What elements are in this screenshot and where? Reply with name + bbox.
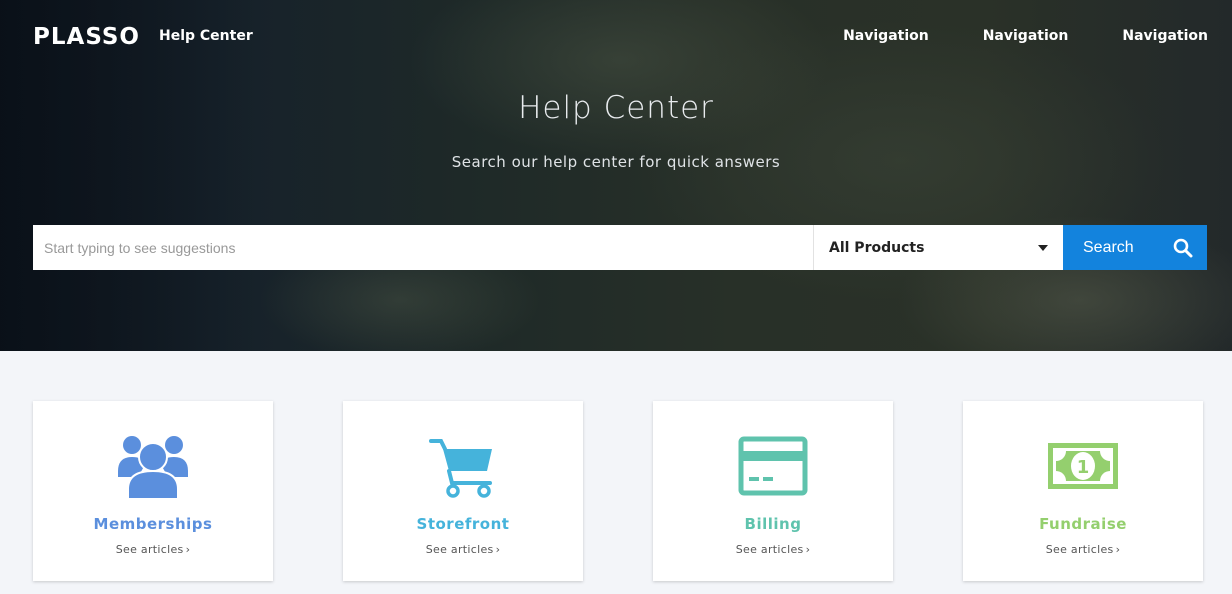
top-nav: Navigation Navigation Navigation (843, 28, 1208, 44)
see-articles-link[interactable]: See articles › (653, 543, 893, 556)
svg-text:1: 1 (1077, 457, 1090, 478)
chevron-right-icon: › (185, 543, 191, 556)
chevron-right-icon: › (805, 543, 811, 556)
caret-down-icon (1038, 244, 1048, 251)
category-card-fundraise[interactable]: 1 Fundraise See articles › (963, 401, 1203, 581)
search-button-label: Search (1083, 238, 1134, 256)
search-bar: All Products Search (33, 225, 1207, 270)
nav-link-3[interactable]: Navigation (1122, 28, 1208, 44)
category-title: Storefront (416, 515, 510, 533)
page-title: Help Center (518, 90, 714, 126)
see-articles-link[interactable]: See articles › (33, 543, 273, 556)
category-cards: Memberships See articles › Storefront See… (33, 401, 1203, 581)
search-icon (1173, 238, 1193, 257)
shopping-cart-icon (429, 439, 492, 498)
chevron-right-icon: › (495, 543, 501, 556)
chevron-right-icon: › (1115, 543, 1121, 556)
nav-link-2[interactable]: Navigation (983, 28, 1069, 44)
credit-card-icon (738, 436, 808, 496)
product-filter-select[interactable]: All Products (813, 225, 1063, 270)
plasso-logo[interactable]: PLASSO (33, 24, 140, 50)
nav-link-1[interactable]: Navigation (843, 28, 929, 44)
category-card-memberships[interactable]: Memberships See articles › (33, 401, 273, 581)
money-bill-icon: 1 (1048, 443, 1118, 489)
category-title: Fundraise (1039, 515, 1127, 533)
see-articles-link[interactable]: See articles › (963, 543, 1203, 556)
users-group-icon (118, 436, 188, 499)
help-center-link[interactable]: Help Center (159, 28, 253, 44)
product-filter-value: All Products (829, 239, 925, 256)
see-articles-link[interactable]: See articles › (343, 543, 583, 556)
category-card-storefront[interactable]: Storefront See articles › (343, 401, 583, 581)
category-title: Memberships (93, 515, 213, 533)
page-subtitle: Search our help center for quick answers (451, 153, 781, 171)
category-card-billing[interactable]: Billing See articles › (653, 401, 893, 581)
search-input[interactable] (33, 225, 813, 270)
category-title: Billing (744, 515, 802, 533)
search-button[interactable]: Search (1063, 225, 1207, 270)
hero-banner: PLASSO Help Center Navigation Navigation… (0, 0, 1232, 351)
